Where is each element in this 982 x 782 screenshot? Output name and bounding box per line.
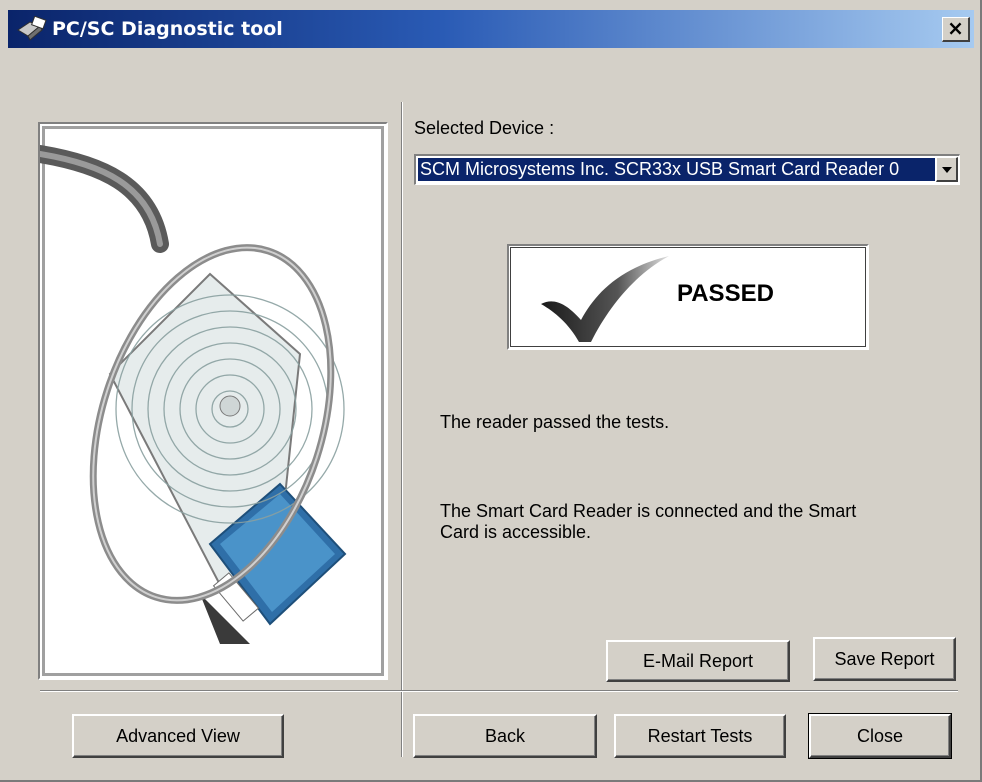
smart-card-reader-image bbox=[40, 145, 347, 644]
vertical-separator bbox=[401, 102, 402, 757]
save-report-button[interactable]: Save Report bbox=[813, 637, 956, 681]
close-button[interactable]: Close bbox=[808, 713, 952, 759]
horizontal-separator bbox=[40, 690, 958, 691]
close-window-button[interactable]: × bbox=[942, 17, 970, 42]
back-button[interactable]: Back bbox=[413, 714, 597, 758]
advanced-view-button[interactable]: Advanced View bbox=[72, 714, 284, 758]
result-detail-line-1: The Smart Card Reader is connected and t… bbox=[440, 501, 857, 521]
dropdown-arrow-icon[interactable] bbox=[936, 157, 958, 182]
window-title: PC/SC Diagnostic tool bbox=[52, 18, 283, 40]
restart-tests-button[interactable]: Restart Tests bbox=[614, 714, 786, 758]
passed-status: PASSED bbox=[677, 280, 774, 307]
checkmark-icon bbox=[541, 256, 669, 342]
result-message: The reader passed the tests. bbox=[440, 412, 670, 432]
title-bar[interactable]: PC/SC Diagnostic tool × bbox=[8, 10, 974, 48]
device-select-value: SCM Microsystems Inc. SCR33x USB Smart C… bbox=[418, 158, 935, 181]
selected-device-label: Selected Device : bbox=[414, 118, 555, 138]
result-detail-line-2: Card is accessible. bbox=[440, 522, 592, 542]
card-reader-icon bbox=[17, 16, 47, 41]
email-report-button[interactable]: E-Mail Report bbox=[606, 640, 790, 682]
device-select[interactable]: SCM Microsystems Inc. SCR33x USB Smart C… bbox=[414, 154, 960, 185]
diagnostic-window: PC/SC Diagnostic tool × Selected Device … bbox=[0, 0, 982, 782]
reader-illustration-panel bbox=[38, 122, 388, 680]
test-result-panel: PASSED bbox=[507, 244, 869, 350]
